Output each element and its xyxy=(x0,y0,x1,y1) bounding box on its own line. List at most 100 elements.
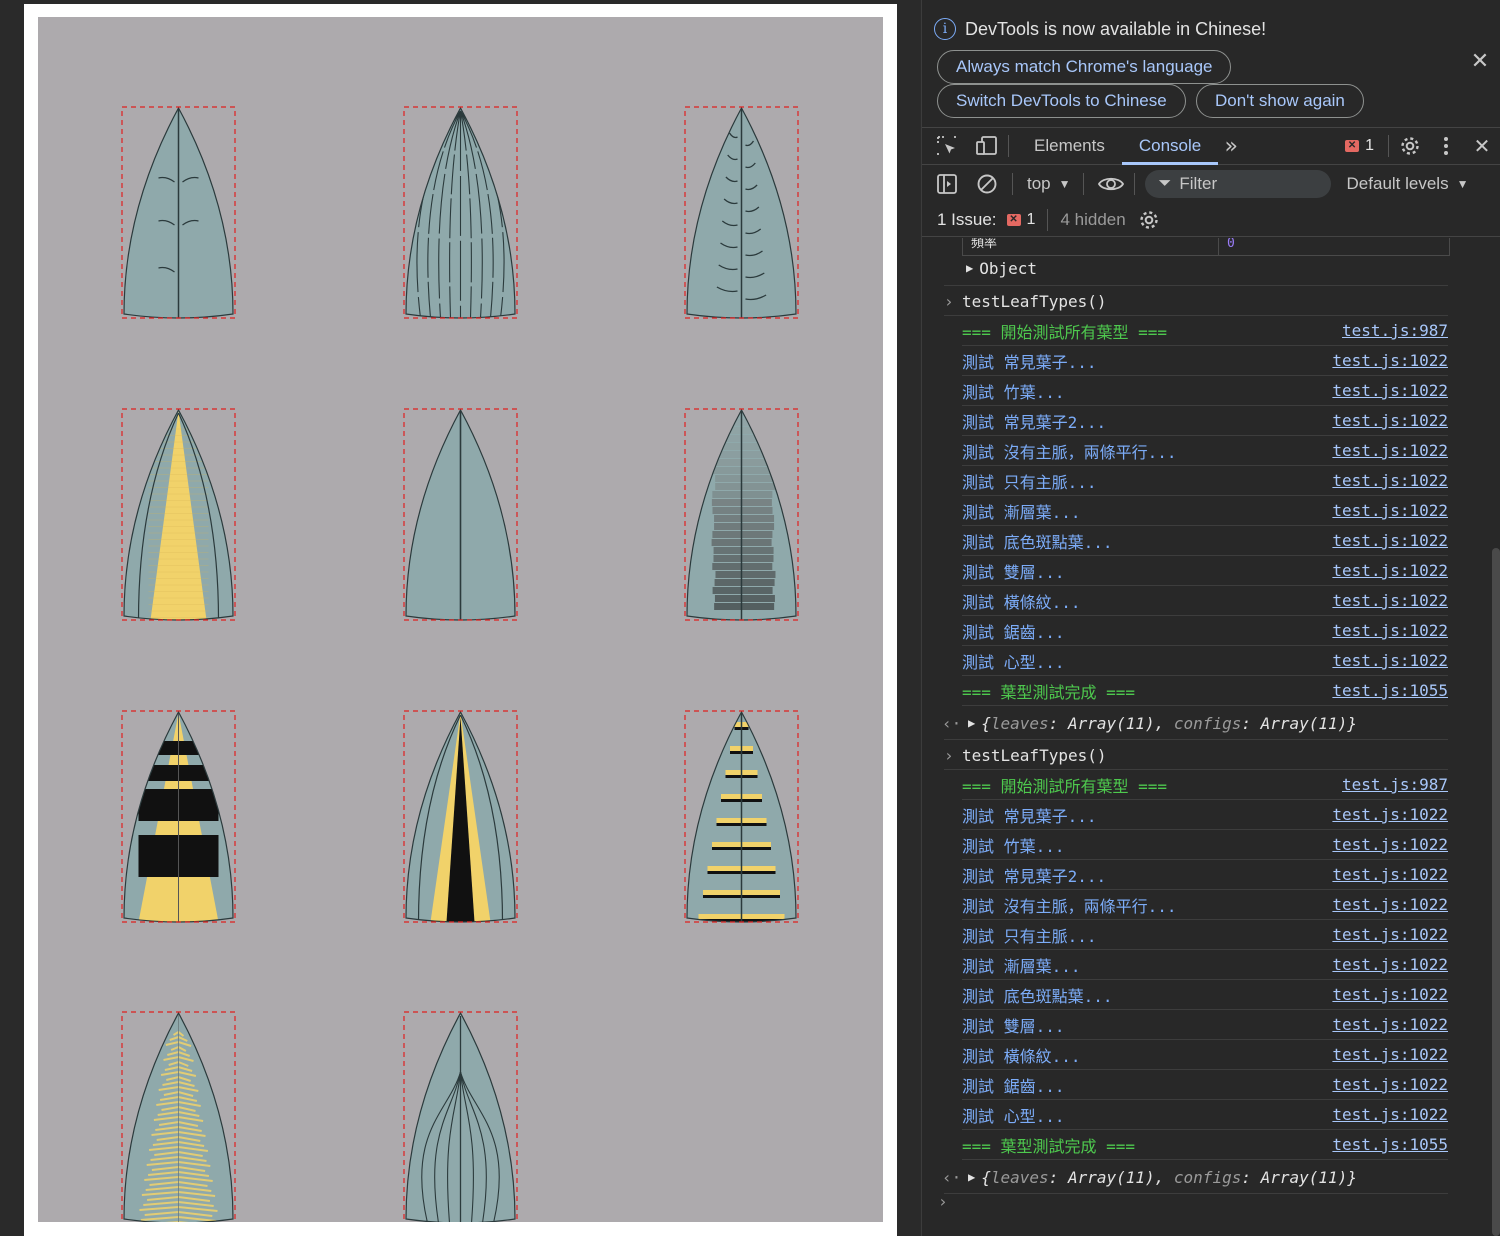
source-link[interactable]: test.js:1022 xyxy=(1332,955,1448,974)
console-log-row: 測試 心型... test.js:1022 xyxy=(962,646,1448,676)
divider xyxy=(944,1193,1448,1194)
leaf-common xyxy=(122,107,235,318)
context-selector[interactable]: top ▼ xyxy=(1027,174,1071,194)
source-link[interactable]: test.js:987 xyxy=(1342,321,1448,340)
source-link[interactable]: test.js:1022 xyxy=(1332,1075,1448,1094)
source-link[interactable]: test.js:1022 xyxy=(1332,351,1448,370)
log-message: 測試 常見葉子... xyxy=(962,349,1097,373)
object-expander[interactable]: ▶ Object xyxy=(966,253,1037,283)
more-tabs-label: » xyxy=(1225,134,1238,159)
tab-console[interactable]: Console xyxy=(1122,128,1218,164)
console-log-row: 測試 橫條紋... test.js:1022 xyxy=(962,586,1448,616)
source-link[interactable]: test.js:1022 xyxy=(1332,531,1448,550)
source-link[interactable]: test.js:1022 xyxy=(1332,895,1448,914)
leaf-serrated xyxy=(122,1012,235,1222)
error-count: 1 xyxy=(1365,137,1374,155)
live-expression-eye-icon[interactable] xyxy=(1098,171,1124,197)
always-match-language-button[interactable]: Always match Chrome's language xyxy=(937,50,1231,84)
chevron-down-icon: ▼ xyxy=(1457,177,1469,191)
issues-bar: 1 Issue: ✕ 1 4 hidden xyxy=(922,203,1500,237)
console-log-row: 測試 底色斑點葉... test.js:1022 xyxy=(962,526,1448,556)
source-link[interactable]: test.js:1022 xyxy=(1332,441,1448,460)
source-link[interactable]: test.js:1022 xyxy=(1332,591,1448,610)
log-message: 測試 漸層葉... xyxy=(962,499,1081,523)
source-link[interactable]: test.js:1022 xyxy=(1332,805,1448,824)
leaf-horizontal-stripes xyxy=(685,711,798,922)
console-scrollbar[interactable] xyxy=(1492,548,1500,1236)
issues-error-badge[interactable]: ✕ 1 xyxy=(1007,211,1036,229)
switch-to-chinese-button[interactable]: Switch DevTools to Chinese xyxy=(937,84,1186,118)
console-prompt[interactable]: › xyxy=(938,1186,948,1216)
table-cell-value: 0 xyxy=(1219,238,1235,255)
console-log-row: === 開始測試所有葉型 === test.js:987 xyxy=(962,770,1448,800)
log-message: 測試 鋸齒... xyxy=(962,1073,1065,1097)
issues-label: 1 Issue: xyxy=(937,210,997,230)
leaf-heart xyxy=(404,1012,517,1222)
source-link[interactable]: test.js:1022 xyxy=(1332,651,1448,670)
source-link[interactable]: test.js:1022 xyxy=(1332,835,1448,854)
close-banner-icon[interactable]: ✕ xyxy=(1470,52,1490,72)
source-link[interactable]: test.js:1055 xyxy=(1332,681,1448,700)
source-link[interactable]: test.js:1022 xyxy=(1332,1105,1448,1124)
inspect-element-icon[interactable] xyxy=(934,133,960,159)
source-link[interactable]: test.js:1022 xyxy=(1332,561,1448,580)
result-key: configs xyxy=(1174,1168,1241,1187)
colon: : xyxy=(1049,714,1068,733)
clear-console-icon[interactable] xyxy=(974,171,1000,197)
source-link[interactable]: test.js:987 xyxy=(1342,775,1448,794)
console-log-row: 測試 漸層葉... test.js:1022 xyxy=(962,950,1448,980)
log-message: === 葉型測試完成 === xyxy=(962,1133,1135,1157)
console-filter-input[interactable]: ⏷ Filter xyxy=(1145,170,1331,198)
banner-message: DevTools is now available in Chinese! xyxy=(965,19,1266,40)
log-message: === 葉型測試完成 === xyxy=(962,679,1135,703)
source-link[interactable]: test.js:1022 xyxy=(1332,1045,1448,1064)
chevron-down-icon: ▼ xyxy=(1059,177,1071,191)
source-link[interactable]: test.js:1022 xyxy=(1332,411,1448,430)
source-link[interactable]: test.js:1022 xyxy=(1332,865,1448,884)
tab-elements[interactable]: Elements xyxy=(1017,128,1122,164)
comma: , xyxy=(1155,1168,1174,1187)
console-command[interactable]: › testLeafTypes() xyxy=(944,740,1107,770)
more-tabs-icon[interactable]: » xyxy=(1218,133,1244,159)
brace-open: { xyxy=(981,1168,991,1187)
source-link[interactable]: test.js:1022 xyxy=(1332,381,1448,400)
console-result[interactable]: ‹· ▶ {leaves: Array(11), configs: Array(11… xyxy=(942,708,1357,738)
log-message: 測試 漸層葉... xyxy=(962,953,1081,977)
source-link[interactable]: test.js:1022 xyxy=(1332,501,1448,520)
console-output[interactable]: 頻率 0 ▶ Object › testLeafTypes() === 開始測試所有… xyxy=(922,238,1492,1236)
close-devtools-icon[interactable]: ✕ xyxy=(1469,133,1495,159)
sidebar-toggle-icon[interactable] xyxy=(934,171,960,197)
source-link[interactable]: test.js:1022 xyxy=(1332,1015,1448,1034)
source-link[interactable]: test.js:1022 xyxy=(1332,925,1448,944)
log-message: 測試 底色斑點葉... xyxy=(962,983,1113,1007)
filter-funnel-icon: ⏷ xyxy=(1159,175,1172,193)
console-command[interactable]: › testLeafTypes() xyxy=(944,286,1107,316)
console-log-row: === 葉型測試完成 === test.js:1055 xyxy=(962,676,1448,706)
expand-triangle-icon: ▶ xyxy=(966,261,973,275)
source-link[interactable]: test.js:1022 xyxy=(1332,471,1448,490)
error-counter[interactable]: ✕ 1 xyxy=(1345,137,1374,155)
source-link[interactable]: test.js:1022 xyxy=(1332,621,1448,640)
kebab-menu-icon[interactable] xyxy=(1433,133,1459,159)
issues-settings-gear-icon[interactable] xyxy=(1136,207,1162,233)
source-link[interactable]: test.js:1022 xyxy=(1332,985,1448,1004)
console-log-row: 測試 常見葉子... test.js:1022 xyxy=(962,800,1448,830)
console-toolbar: top ▼ ⏷ Filter Default levels ▼ xyxy=(922,165,1500,203)
log-message: 測試 心型... xyxy=(962,1103,1065,1127)
brace-close: } xyxy=(1347,714,1357,733)
console-log-row: 測試 常見葉子2... test.js:1022 xyxy=(962,406,1448,436)
dont-show-again-button[interactable]: Don't show again xyxy=(1196,84,1364,118)
settings-gear-icon[interactable] xyxy=(1397,133,1423,159)
console-result[interactable]: ‹· ▶ {leaves: Array(11), configs: Array(11… xyxy=(942,1162,1357,1192)
device-toolbar-icon[interactable] xyxy=(974,133,1000,159)
log-levels-dropdown[interactable]: Default levels ▼ xyxy=(1347,174,1469,194)
console-log-row: 測試 竹葉... test.js:1022 xyxy=(962,376,1448,406)
console-log-row: 測試 漸層葉... test.js:1022 xyxy=(962,496,1448,526)
result-key: leaves xyxy=(991,714,1049,733)
source-link[interactable]: test.js:1055 xyxy=(1332,1135,1448,1154)
console-log-row: 測試 橫條紋... test.js:1022 xyxy=(962,1040,1448,1070)
console-log-row: === 開始測試所有葉型 === test.js:987 xyxy=(962,316,1448,346)
command-text: testLeafTypes() xyxy=(962,292,1107,311)
result-value: Array(11) xyxy=(1261,714,1348,733)
colon: : xyxy=(1241,714,1260,733)
